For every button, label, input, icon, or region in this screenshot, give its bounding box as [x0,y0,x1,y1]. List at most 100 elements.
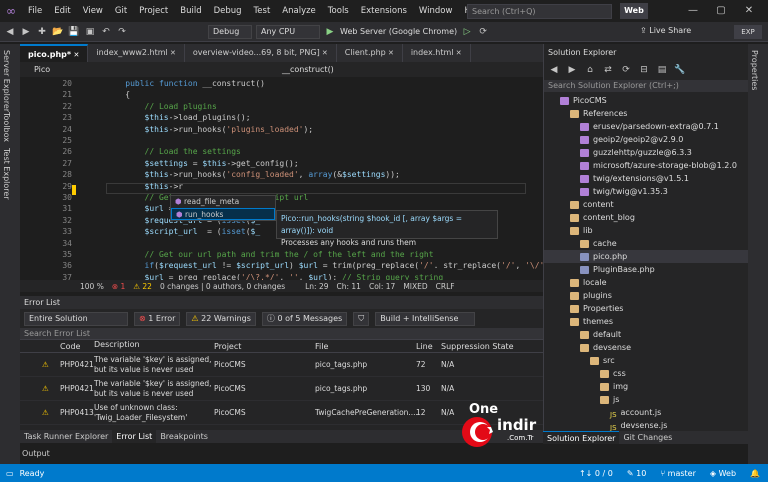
warning-count-icon[interactable]: ⚠ 22 [133,282,152,291]
home-icon[interactable]: ⌂ [584,65,596,75]
col-description[interactable]: Description [94,340,214,352]
table-row[interactable]: ⚠ PHP0421 The variable '$key' is assigned,… [20,353,543,377]
zoom-level[interactable]: 100 % [80,282,104,291]
code-editor[interactable]: 20 public function __construct() 21 {22 /… [20,77,543,280]
run-target-button[interactable]: Web Server (Google Chrome) [340,27,457,36]
col-project[interactable]: Project [214,340,315,352]
code-line[interactable]: $this->run_hooks('config_loaded', array(… [106,170,400,179]
tab-error-list[interactable]: Error List [112,430,157,443]
document-tab[interactable]: overview-video...69, 8 bit, PNG] ✕ [185,44,337,62]
filter-icon[interactable]: ⛉ [353,311,370,326]
live-share-button[interactable]: ⇪ Live Share [640,26,691,35]
tree-item[interactable]: devsense [544,341,748,354]
code-line[interactable]: $this->run_hooks('plugins_loaded'); [106,125,314,134]
save-all-icon[interactable]: ▣ [84,27,96,37]
git-changes-info[interactable]: 0 changes | 0 authors, 0 changes [160,282,285,291]
warnings-filter-button[interactable]: ⚠ 22 Warnings [186,311,256,326]
line-ending[interactable]: CRLF [436,282,455,291]
code-line[interactable]: $settings = $this->get_config(); [106,159,299,168]
switch-views-icon[interactable]: ⇄ [602,65,614,75]
menu-item[interactable]: Tools [322,0,355,22]
configuration-select[interactable]: Debug [208,24,252,39]
run-icon[interactable]: ▶ [324,27,336,37]
class-dropdown[interactable]: Pico [20,65,270,74]
menu-item[interactable]: Build [174,0,207,22]
close-tab-icon[interactable]: ✕ [320,49,328,57]
errors-filter-button[interactable]: ⊗ 1 Error [134,311,181,326]
messages-filter-button[interactable]: ⓘ 0 of 5 Messages [261,311,348,326]
col-line[interactable]: Line [416,340,441,352]
tree-item[interactable]: geoip2/geoip2@v2.9.0 [544,133,748,146]
close-tab-icon[interactable]: ✕ [168,49,176,57]
global-search-input[interactable]: Search (Ctrl+Q) [467,4,612,19]
tree-item[interactable]: References [544,107,748,120]
tab-breakpoints[interactable]: Breakpoints [156,430,212,443]
tree-item[interactable]: content_blog [544,211,748,224]
tab-task-runner[interactable]: Task Runner Explorer [20,430,112,443]
scope-select[interactable]: Entire Solution [24,311,128,326]
tree-item[interactable]: plugins [544,289,748,302]
tree-item[interactable]: guzzlehttp/guzzle@6.3.3 [544,146,748,159]
close-tab-icon[interactable]: ✕ [386,49,394,57]
menu-item[interactable]: Analyze [276,0,322,22]
forward-icon[interactable]: ▶ [20,27,32,37]
code-line[interactable]: $this->load_plugins(); [106,113,251,122]
tree-item[interactable]: erusev/parsedown-extra@0.7.1 [544,120,748,133]
tab-git-changes[interactable]: Git Changes [619,431,676,444]
document-tab[interactable]: Client.php ✕ [337,44,403,62]
solution-explorer-search[interactable]: Search Solution Explorer (Ctrl+;) [544,80,748,92]
collapse-all-icon[interactable]: ⊟ [638,65,650,75]
tree-item[interactable]: PluginBase.php [544,263,748,276]
maximize-icon[interactable]: ▢ [710,3,732,19]
menu-item[interactable]: Window [413,0,459,22]
tree-item[interactable]: PicoCMS [544,94,748,107]
toolbox-tab[interactable]: Toolbox [2,112,11,142]
open-icon[interactable]: 📂 [52,27,64,37]
tree-item[interactable]: locale [544,276,748,289]
menu-item[interactable]: Git [109,0,133,22]
close-tab-icon[interactable]: ✕ [453,49,462,57]
properties-icon[interactable]: 🔧 [674,65,686,75]
tree-item[interactable]: pico.php [544,250,748,263]
server-explorer-tab[interactable]: Server Explorer [2,50,11,112]
build-filter-select[interactable]: Build + IntelliSense [375,311,476,326]
error-count-icon[interactable]: ⊗ 1 [112,282,125,291]
menu-item[interactable]: Debug [208,0,248,22]
undo-icon[interactable]: ↶ [100,27,112,37]
tree-item[interactable]: themes [544,315,748,328]
pencil-icon[interactable]: ✎ 10 [627,469,646,478]
error-list-search[interactable]: Search Error List [20,328,543,340]
refresh-icon[interactable]: ⟳ [620,65,632,75]
repo-icon[interactable]: ◈ Web [710,469,736,478]
notifications-icon[interactable]: 🔔 [750,469,760,478]
intellisense-item[interactable]: ⬢ read_file_meta [171,196,275,208]
code-line[interactable]: if($request_url != $script_url) $url = t… [106,261,543,270]
tree-item[interactable]: lib [544,224,748,237]
branch-icon[interactable]: ⑂ master [660,469,696,478]
back-icon[interactable]: ◀ [4,27,16,37]
platform-select[interactable]: Any CPU [256,24,320,39]
menu-item[interactable]: Project [133,0,174,22]
menu-item[interactable]: Extensions [355,0,413,22]
tree-item[interactable]: twig/twig@v1.35.3 [544,185,748,198]
tree-item[interactable]: css [544,367,748,380]
show-all-files-icon[interactable]: ▤ [656,65,668,75]
tree-item[interactable]: src [544,354,748,367]
menu-item[interactable]: Test [248,0,277,22]
start-without-debugging-icon[interactable]: ▷ [461,27,473,37]
intellisense-item[interactable]: ⬢ run_hooks [171,208,275,220]
tree-item[interactable]: content [544,198,748,211]
col-file[interactable]: File [315,340,416,352]
close-tab-icon[interactable]: ✕ [71,51,80,59]
minimize-icon[interactable]: — [682,3,704,19]
tree-item[interactable]: default [544,328,748,341]
back-icon[interactable]: ◀ [548,65,560,75]
menu-item[interactable]: File [22,0,48,22]
tree-item[interactable]: js [544,393,748,406]
col-code[interactable]: Code [60,340,94,352]
intellisense-list[interactable]: ⬢ read_file_meta ⬢ run_hooks [170,195,276,221]
solution-name-badge[interactable]: Web [620,3,648,19]
table-row[interactable]: ⚠ PHP0421 The variable '$key' is assigned,… [20,377,543,401]
test-explorer-tab[interactable]: Test Explorer [2,148,11,200]
sync-icon[interactable]: ↑↓ 0 / 0 [579,469,613,478]
